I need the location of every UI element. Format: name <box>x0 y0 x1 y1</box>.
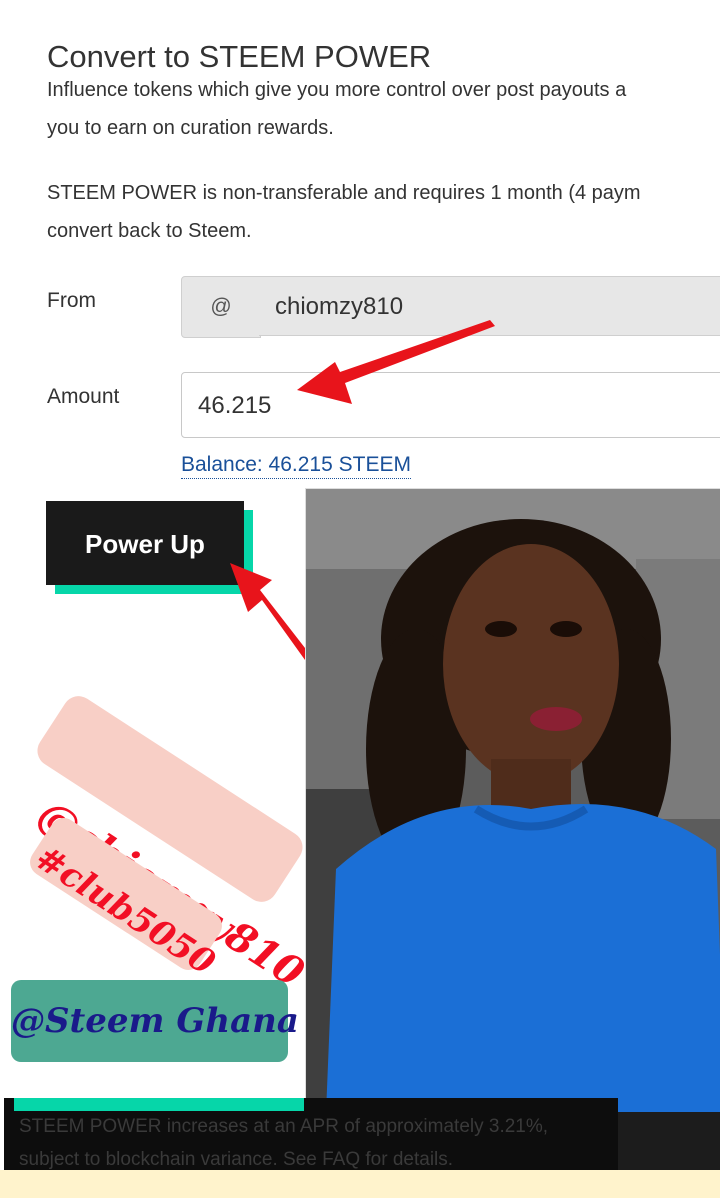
footer-dark-band-right <box>618 1112 720 1170</box>
from-field-group: @ chiomzy810 <box>181 276 720 338</box>
power-description: Influence tokens which give you more con… <box>47 71 720 147</box>
community-sticker: @Steem Ghana <box>11 980 299 1062</box>
amount-label: Amount <box>47 385 120 408</box>
transfer-note: STEEM POWER is non-transferable and requ… <box>47 174 720 250</box>
bottom-bar <box>0 1170 720 1198</box>
from-input[interactable]: chiomzy810 <box>259 276 720 336</box>
apr-note: STEEM POWER increases at an APR of appro… <box>19 1110 619 1176</box>
apr-note-line-1: STEEM POWER increases at an APR of appro… <box>19 1116 549 1137</box>
transfer-note-line-2: convert back to Steem. <box>47 220 252 242</box>
selfie-photo <box>305 488 720 1114</box>
from-label: From <box>47 289 96 312</box>
power-description-line-1: Influence tokens which give you more con… <box>47 79 627 101</box>
power-description-line-2: you to earn on curation rewards. <box>47 117 334 139</box>
transfer-note-line-1: STEEM POWER is non-transferable and requ… <box>47 182 641 204</box>
at-addon: @ <box>181 276 261 338</box>
balance-link[interactable]: Balance: 46.215 STEEM <box>181 452 411 479</box>
page-title: Convert to STEEM POWER <box>47 38 432 74</box>
amount-input[interactable]: 46.215 <box>181 372 720 438</box>
power-up-button[interactable]: Power Up <box>46 501 244 585</box>
